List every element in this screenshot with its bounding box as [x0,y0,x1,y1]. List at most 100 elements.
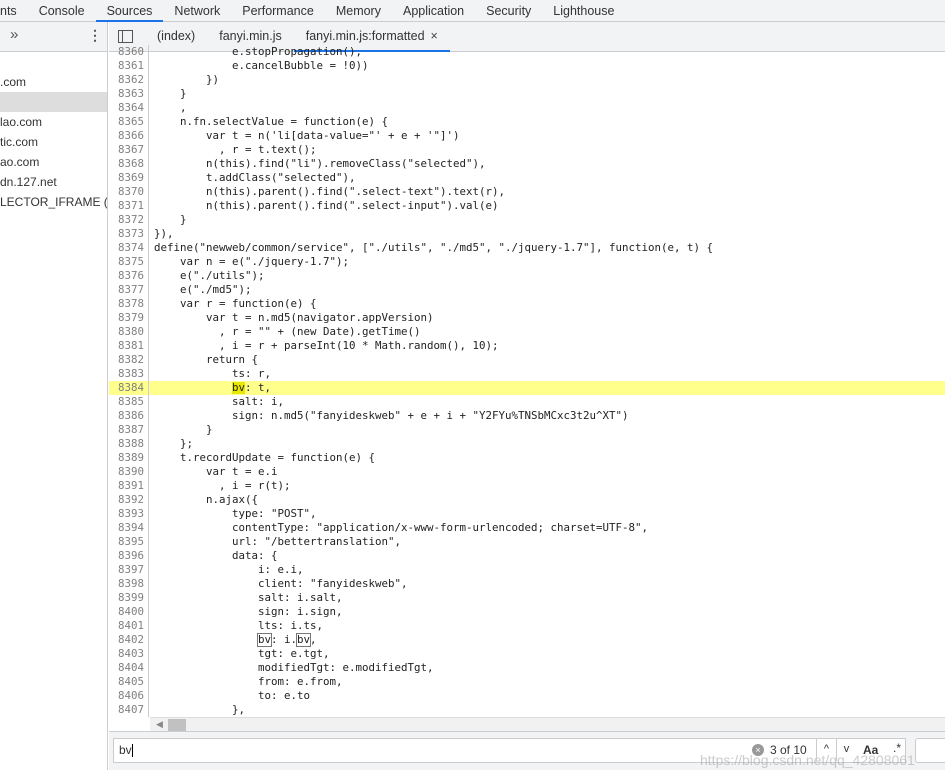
line-number[interactable]: 8394 [109,521,149,535]
navigator-item[interactable]: ao.com [0,152,107,172]
more-tabs-icon[interactable]: » [10,26,18,43]
previous-match-button[interactable]: ^ [816,738,836,761]
line-number[interactable]: 8392 [109,493,149,507]
code-line[interactable]: 8401 lts: i.ts, [109,619,945,633]
code-line[interactable]: 8404 modifiedTgt: e.modifiedTgt, [109,661,945,675]
code-line[interactable]: 8375 var n = e("./jquery-1.7"); [109,255,945,269]
line-number[interactable]: 8398 [109,577,149,591]
code-line[interactable]: 8393 type: "POST", [109,507,945,521]
code-line[interactable]: 8389 t.recordUpdate = function(e) { [109,451,945,465]
navigator-item[interactable] [0,92,107,112]
line-number[interactable]: 8371 [109,199,149,213]
tab-lighthouse[interactable]: Lighthouse [542,0,625,21]
next-match-button[interactable]: v [836,738,856,761]
navigator-item[interactable]: tic.com [0,132,107,152]
scroll-left-icon[interactable]: ◀ [156,719,163,730]
code-line[interactable]: 8360 e.stopPropagation(), [109,45,945,59]
line-number[interactable]: 8384 [109,381,149,395]
tab-sources[interactable]: Sources [95,0,164,22]
line-number[interactable]: 8363 [109,87,149,101]
code-line[interactable]: 8405 from: e.from, [109,675,945,689]
line-number[interactable]: 8379 [109,311,149,325]
navigator-item[interactable]: dn.127.net [0,172,107,192]
line-number[interactable]: 8400 [109,605,149,619]
cancel-button[interactable] [915,738,945,763]
code-line[interactable]: 8384 bv: t, [109,381,945,395]
line-number[interactable]: 8395 [109,535,149,549]
code-line[interactable]: 8361 e.cancelBubble = !0)) [109,59,945,73]
line-number[interactable]: 8373 [109,227,149,241]
regex-button[interactable]: .* [893,741,901,755]
navigator-item[interactable]: lao.com [0,112,107,132]
code-line[interactable]: 8394 contentType: "application/x-www-for… [109,521,945,535]
code-line[interactable]: 8391 , i = r(t); [109,479,945,493]
code-editor[interactable]: 8360 e.stopPropagation(), 8361 e.cancelBu… [109,45,945,717]
code-line[interactable]: 8372 } [109,213,945,227]
line-number[interactable]: 8380 [109,325,149,339]
line-number[interactable]: 8383 [109,367,149,381]
line-number[interactable]: 8377 [109,283,149,297]
line-number[interactable]: 8396 [109,549,149,563]
line-number[interactable]: 8375 [109,255,149,269]
code-line[interactable]: 8376 e("./utils"); [109,269,945,283]
code-line[interactable]: 8379 var t = n.md5(navigator.appVersion) [109,311,945,325]
tab-security[interactable]: Security [475,0,542,21]
tab-application[interactable]: Application [392,0,475,21]
line-number[interactable]: 8402 [109,633,149,647]
code-line[interactable]: 8380 , r = "" + (new Date).getTime() [109,325,945,339]
tab-network[interactable]: Network [163,0,231,21]
line-number[interactable]: 8369 [109,171,149,185]
line-number[interactable]: 8366 [109,129,149,143]
line-number[interactable]: 8399 [109,591,149,605]
line-number[interactable]: 8389 [109,451,149,465]
code-line[interactable]: 8373}), [109,227,945,241]
line-number[interactable]: 8393 [109,507,149,521]
code-line[interactable]: 8365 n.fn.selectValue = function(e) { [109,115,945,129]
line-number[interactable]: 8386 [109,409,149,423]
code-line[interactable]: 8385 salt: i, [109,395,945,409]
code-line[interactable]: 8363 } [109,87,945,101]
code-line[interactable]: 8366 var t = n('li[data-value="' + e + '… [109,129,945,143]
code-line[interactable]: 8403 tgt: e.tgt, [109,647,945,661]
code-line[interactable]: 8377 e("./md5"); [109,283,945,297]
toggle-navigator-icon[interactable] [118,30,133,43]
line-number[interactable]: 8385 [109,395,149,409]
code-line[interactable]: 8371 n(this).parent().find(".select-inpu… [109,199,945,213]
code-line[interactable]: 8398 client: "fanyideskweb", [109,577,945,591]
scrollbar-thumb[interactable] [168,719,186,731]
code-line[interactable]: 8387 } [109,423,945,437]
line-number[interactable]: 8397 [109,563,149,577]
code-line[interactable]: 8368 n(this).find("li").removeClass("sel… [109,157,945,171]
tab-nts[interactable]: nts [0,0,28,21]
line-number[interactable]: 8407 [109,703,149,717]
tab-performance[interactable]: Performance [231,0,325,21]
close-tab-icon[interactable]: × [431,29,438,43]
line-number[interactable]: 8381 [109,339,149,353]
line-number[interactable]: 8374 [109,241,149,255]
line-number[interactable]: 8390 [109,465,149,479]
navigator-item[interactable]: .com [0,72,107,92]
horizontal-scrollbar[interactable]: ◀ [150,717,945,731]
line-number[interactable]: 8367 [109,143,149,157]
code-line[interactable]: 8381 , i = r + parseInt(10 * Math.random… [109,339,945,353]
line-number[interactable]: 8361 [109,59,149,73]
line-number[interactable]: 8362 [109,73,149,87]
match-case-button[interactable]: Aa [863,743,878,757]
line-number[interactable]: 8370 [109,185,149,199]
code-line[interactable]: 8370 n(this).parent().find(".select-text… [109,185,945,199]
search-input[interactable]: bv https://blog.csdn.net/qq_42808061 × 3… [113,738,915,768]
code-line[interactable]: 8382 return { [109,353,945,367]
line-number[interactable]: 8382 [109,353,149,367]
line-number[interactable]: 8406 [109,689,149,703]
line-number[interactable]: 8403 [109,647,149,661]
navigator-item[interactable]: LECTOR_IFRAME (fan [0,192,107,212]
line-number[interactable]: 8401 [109,619,149,633]
code-line[interactable]: 8388 }; [109,437,945,451]
menu-icon[interactable]: ⋮ [88,27,102,44]
line-number[interactable]: 8405 [109,675,149,689]
code-line[interactable]: 8406 to: e.to [109,689,945,703]
tab-console[interactable]: Console [28,0,96,21]
line-number[interactable]: 8368 [109,157,149,171]
code-line[interactable]: 8383 ts: r, [109,367,945,381]
code-line[interactable]: 8362 }) [109,73,945,87]
